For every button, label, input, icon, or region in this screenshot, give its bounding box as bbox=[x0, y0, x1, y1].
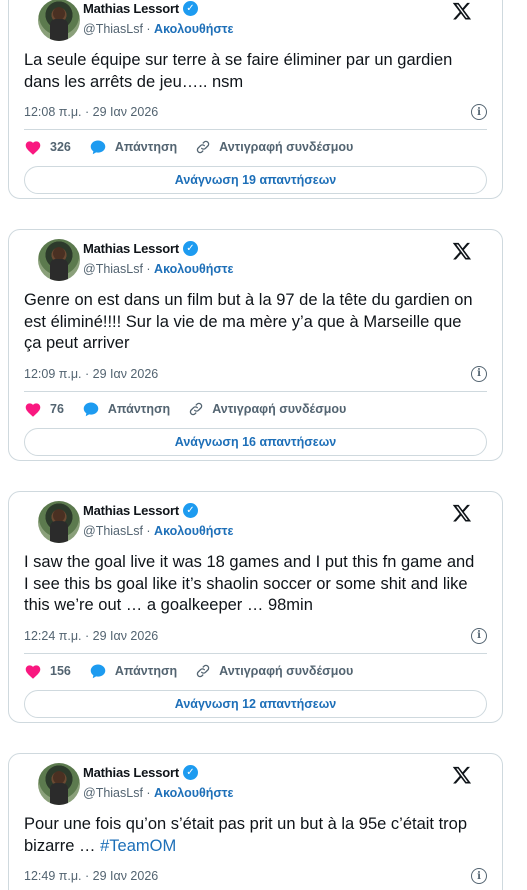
like-count: 326 bbox=[50, 140, 71, 154]
heart-icon bbox=[25, 402, 41, 417]
link-icon bbox=[196, 664, 210, 677]
info-icon[interactable]: i bbox=[471, 868, 487, 884]
speech-bubble-icon bbox=[90, 140, 106, 155]
author-handle[interactable]: @ThiasLsf bbox=[83, 22, 143, 36]
tweet-card-3: Mathias Lessort ✓ @ThiasLsf · Ακολουθήστ… bbox=[8, 491, 503, 723]
tweet-text: Pour une fois qu’on s’était pas prit un … bbox=[24, 814, 487, 857]
info-icon[interactable]: i bbox=[471, 365, 487, 382]
follow-button[interactable]: Ακολουθήστε bbox=[154, 786, 233, 800]
verified-badge-icon: ✓ bbox=[182, 241, 198, 256]
read-replies-button[interactable]: Ανάγνωση 16 απαντήσεων bbox=[24, 427, 487, 456]
x-logo-icon[interactable] bbox=[452, 241, 472, 261]
read-replies-button[interactable]: Ανάγνωση 12 απαντήσεων bbox=[24, 689, 487, 718]
speech-bubble-icon bbox=[83, 401, 99, 416]
author-handle[interactable]: @ThiasLsf bbox=[83, 524, 143, 538]
avatar[interactable] bbox=[38, 0, 80, 41]
tweet-timestamp[interactable]: 12:08 π.μ. · 29 Ιαν 2026 bbox=[24, 105, 158, 119]
like-button[interactable]: 156 bbox=[24, 663, 71, 679]
info-icon[interactable]: i bbox=[471, 104, 487, 120]
reply-label: Απάντηση bbox=[114, 663, 178, 678]
follow-button[interactable]: Ακολουθήστε bbox=[154, 22, 233, 36]
follow-button[interactable]: Ακολουθήστε bbox=[154, 524, 233, 538]
verified-badge-icon: ✓ bbox=[182, 503, 198, 518]
copy-link-label: Αντιγραφή συνδέσμου bbox=[212, 401, 347, 416]
reply-button[interactable]: Απάντηση bbox=[89, 663, 177, 679]
verified-badge-icon: ✓ bbox=[182, 1, 198, 16]
like-count: 76 bbox=[50, 401, 64, 416]
copy-link-button[interactable]: Αντιγραφή συνδέσμου bbox=[195, 139, 353, 155]
author-name[interactable]: Mathias Lessort bbox=[83, 1, 179, 16]
author-handle[interactable]: @ThiasLsf bbox=[83, 786, 143, 800]
author-name[interactable]: Mathias Lessort bbox=[83, 765, 179, 780]
follow-button[interactable]: Ακολουθήστε bbox=[154, 262, 233, 276]
link-icon bbox=[196, 140, 210, 154]
tweet-text: La seule équipe sur terre à se faire éli… bbox=[24, 51, 453, 91]
read-replies-button[interactable]: Ανάγνωση 19 απαντήσεων bbox=[24, 166, 487, 194]
tweet-text: I saw the goal live it was 18 games and … bbox=[24, 553, 475, 614]
reply-label: Απάντηση bbox=[107, 401, 171, 416]
separator: · bbox=[142, 262, 155, 276]
info-icon[interactable]: i bbox=[471, 627, 487, 644]
reply-label: Απάντηση bbox=[114, 140, 178, 154]
avatar[interactable] bbox=[38, 763, 80, 805]
author-name[interactable]: Mathias Lessort bbox=[83, 241, 179, 256]
x-logo-icon[interactable] bbox=[452, 1, 472, 21]
like-count: 156 bbox=[50, 663, 71, 678]
x-logo-icon[interactable] bbox=[452, 503, 472, 523]
avatar[interactable] bbox=[38, 239, 80, 281]
verified-badge-icon: ✓ bbox=[182, 765, 198, 780]
tweet-timestamp[interactable]: 12:24 π.μ. · 29 Ιαν 2026 bbox=[24, 629, 158, 643]
reply-button[interactable]: Απάντηση bbox=[89, 139, 177, 155]
like-button[interactable]: 326 bbox=[24, 139, 71, 155]
tweet-card-2: Mathias Lessort ✓ @ThiasLsf · Ακολουθήστ… bbox=[8, 229, 503, 461]
author-handle[interactable]: @ThiasLsf bbox=[83, 262, 143, 276]
tweet-text: Genre on est dans un film but à la 97 de… bbox=[24, 291, 473, 352]
like-button[interactable]: 76 bbox=[24, 401, 64, 417]
speech-bubble-icon bbox=[90, 663, 106, 678]
copy-link-label: Αντιγραφή συνδέσμου bbox=[219, 663, 354, 678]
copy-link-button[interactable]: Αντιγραφή συνδέσμου bbox=[195, 663, 353, 679]
copy-link-label: Αντιγραφή συνδέσμου bbox=[219, 140, 354, 154]
tweet-timestamp[interactable]: 12:49 π.μ. · 29 Ιαν 2026 bbox=[24, 869, 158, 883]
hashtag-link[interactable]: #TeamOM bbox=[100, 837, 176, 855]
tweet-card-1: Mathias Lessort ✓ @ThiasLsf · Ακολουθήστ… bbox=[8, 0, 503, 199]
x-logo-icon[interactable] bbox=[452, 765, 472, 785]
avatar[interactable] bbox=[38, 501, 80, 543]
tweet-text-body: Pour une fois qu’on s’était pas prit un … bbox=[24, 815, 468, 855]
tweet-card-4: Mathias Lessort ✓ @ThiasLsf · Ακολουθήστ… bbox=[8, 753, 503, 890]
tweet-timestamp[interactable]: 12:09 π.μ. · 29 Ιαν 2026 bbox=[24, 367, 158, 381]
heart-icon bbox=[25, 664, 41, 679]
reply-button[interactable]: Απάντηση bbox=[82, 401, 170, 417]
separator: · bbox=[142, 524, 155, 538]
separator: · bbox=[142, 22, 155, 36]
separator: · bbox=[142, 786, 155, 800]
link-icon bbox=[189, 402, 203, 415]
copy-link-button[interactable]: Αντιγραφή συνδέσμου bbox=[188, 401, 346, 417]
author-name[interactable]: Mathias Lessort bbox=[83, 503, 179, 518]
heart-icon bbox=[25, 141, 41, 155]
